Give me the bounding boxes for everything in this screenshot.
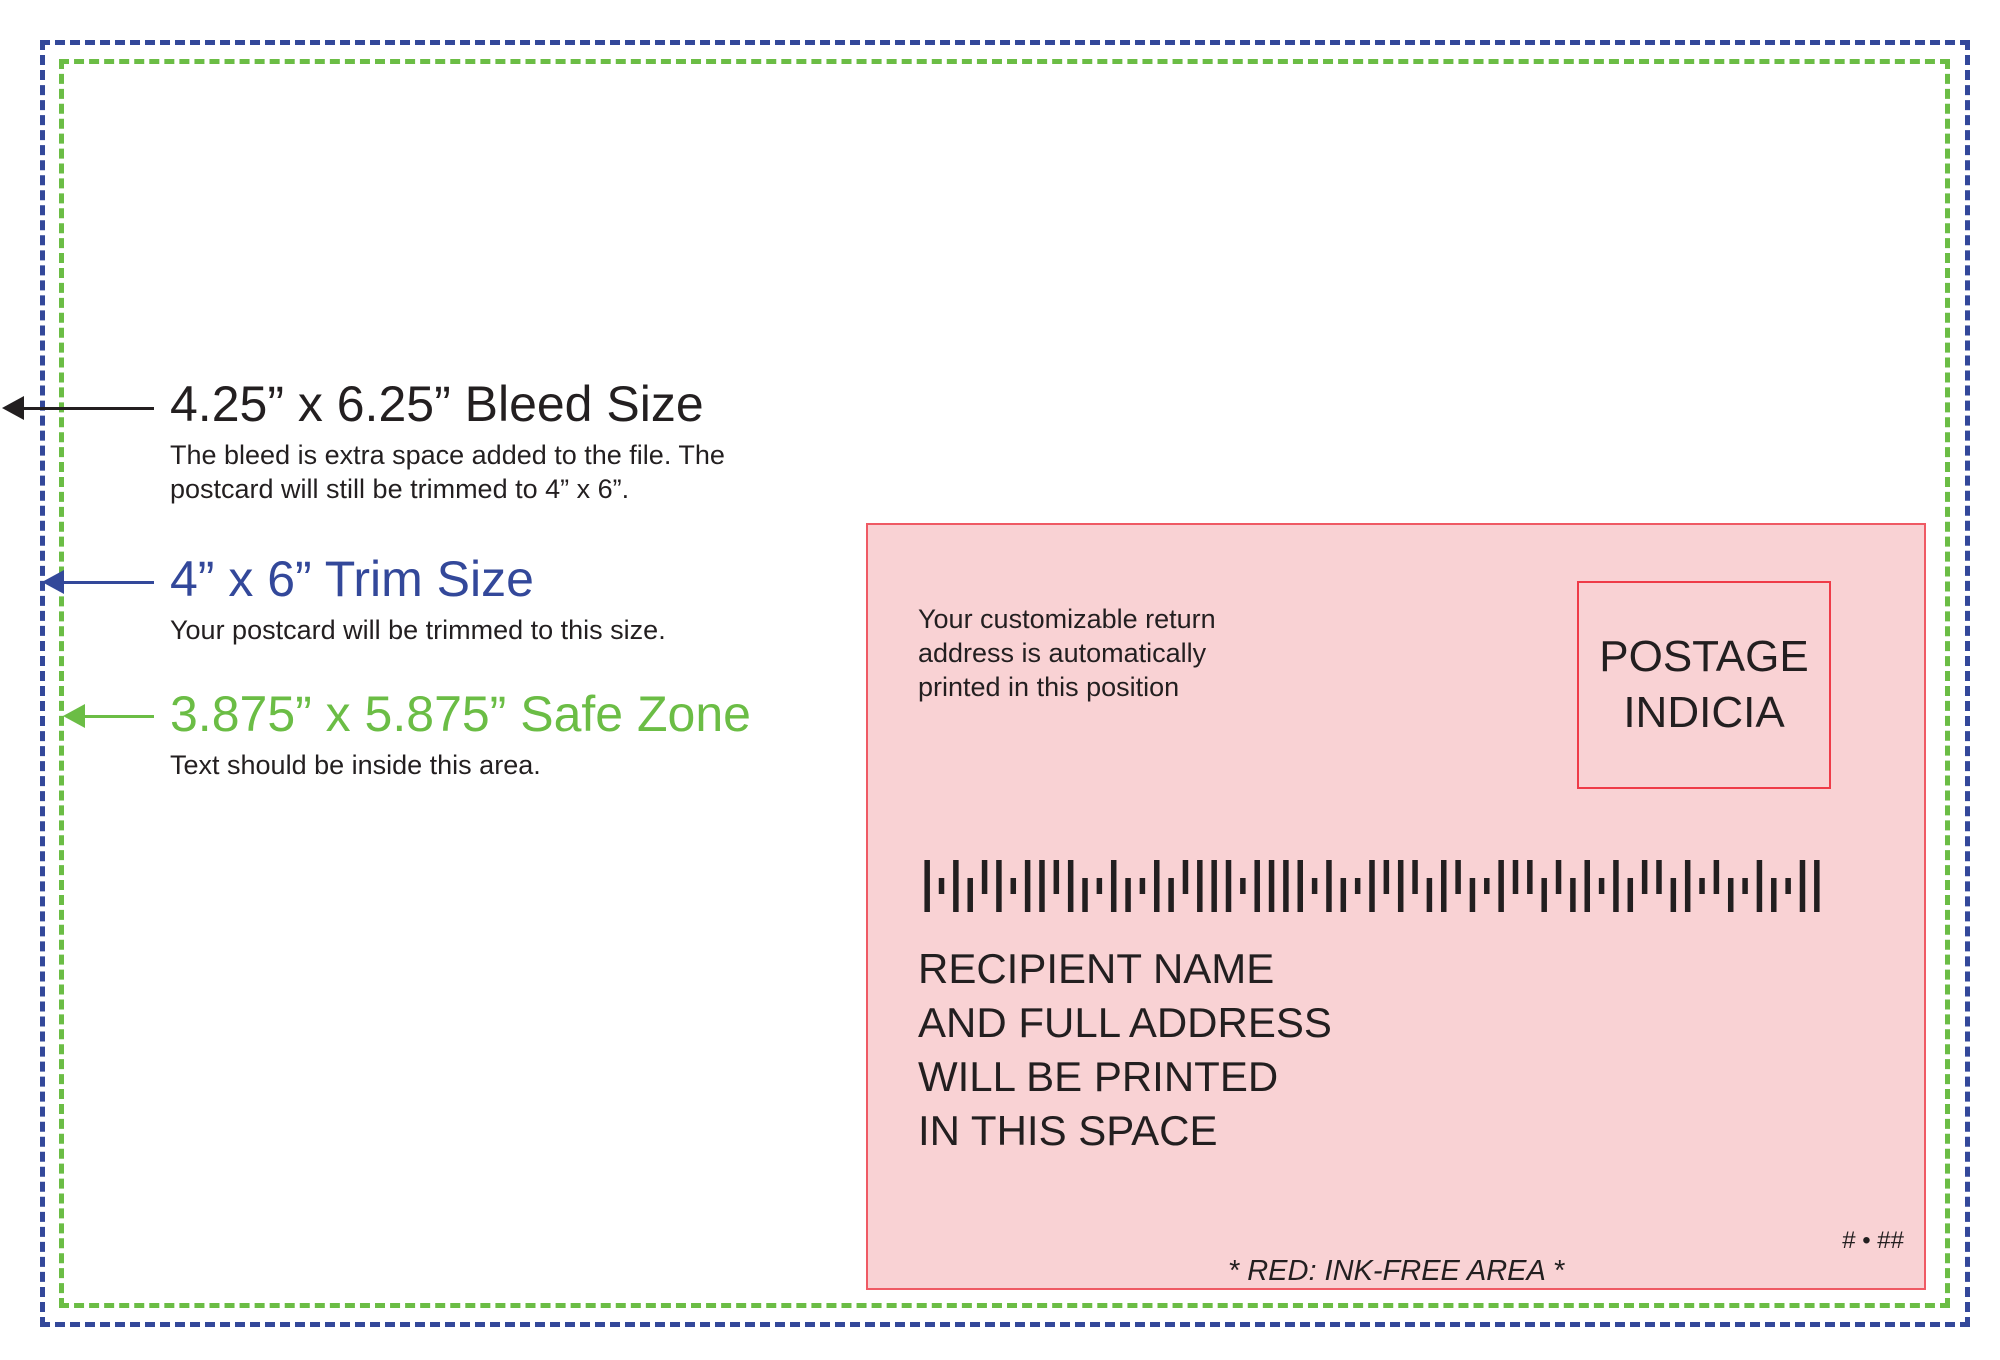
postal-barcode bbox=[924, 860, 1820, 912]
barcode-bar bbox=[1598, 878, 1605, 894]
barcode-bar bbox=[1455, 860, 1461, 894]
ink-free-note: * RED: INK-FREE AREA * bbox=[1227, 1255, 1565, 1287]
recipient-line: RECIPIENT NAME bbox=[918, 945, 1275, 992]
barcode-bar bbox=[1555, 860, 1562, 894]
barcode-bar bbox=[1684, 860, 1691, 912]
reference-code: # • ## bbox=[1842, 1227, 1904, 1254]
barcode-bar bbox=[1254, 860, 1260, 912]
bleed-size-title: 4.25” x 6.25” Bleed Size bbox=[170, 376, 704, 432]
barcode-bar bbox=[1211, 860, 1217, 912]
barcode-bar bbox=[1670, 878, 1677, 912]
indicia-line: INDICIA bbox=[1623, 688, 1785, 737]
recipient-line: WILL BE PRINTED bbox=[918, 1053, 1279, 1100]
barcode-bar bbox=[1426, 878, 1433, 912]
barcode-bar bbox=[1613, 860, 1619, 912]
barcode-bar bbox=[1584, 860, 1590, 912]
arrow-left-icon bbox=[2, 396, 24, 420]
barcode-bar bbox=[1699, 878, 1705, 894]
barcode-bar bbox=[1627, 878, 1634, 912]
recipient-line: IN THIS SPACE bbox=[918, 1107, 1218, 1154]
barcode-bar bbox=[924, 860, 930, 912]
barcode-bar bbox=[1412, 860, 1418, 894]
barcode-bar bbox=[1197, 860, 1203, 912]
barcode-bar bbox=[1067, 860, 1074, 912]
barcode-bar bbox=[1297, 860, 1303, 912]
barcode-bar bbox=[1039, 860, 1045, 912]
barcode-bar bbox=[1168, 878, 1174, 912]
return-address-note: Your customizable return address is auto… bbox=[918, 602, 1318, 704]
barcode-bar bbox=[1283, 860, 1289, 912]
ink-free-area: Your customizable return address is auto… bbox=[866, 523, 1926, 1290]
barcode-bar bbox=[1110, 860, 1117, 912]
safe-zone-title: 3.875” x 5.875” Safe Zone bbox=[170, 686, 751, 742]
barcode-bar bbox=[1469, 878, 1476, 912]
barcode-bar bbox=[1010, 878, 1017, 894]
barcode-bar bbox=[1727, 878, 1734, 912]
barcode-bar bbox=[1641, 860, 1648, 894]
barcode-bar bbox=[1268, 860, 1275, 912]
barcode-bar bbox=[1326, 860, 1332, 912]
barcode-bar bbox=[1182, 860, 1189, 894]
barcode-bar bbox=[1512, 860, 1519, 894]
barcode-bar bbox=[1311, 878, 1318, 894]
barcode-bar bbox=[1354, 878, 1361, 894]
barcode-bar bbox=[1771, 878, 1777, 912]
barcode-bar bbox=[1369, 860, 1375, 912]
barcode-bar bbox=[1785, 878, 1791, 894]
barcode-bar bbox=[1498, 860, 1504, 912]
barcode-bar bbox=[1656, 860, 1662, 894]
barcode-bar bbox=[1570, 878, 1576, 912]
barcode-bar bbox=[1082, 878, 1088, 912]
barcode-bar bbox=[1125, 878, 1131, 912]
barcode-bar bbox=[1154, 860, 1160, 912]
barcode-bar bbox=[1441, 860, 1447, 912]
barcode-bar bbox=[1383, 860, 1390, 894]
barcode-bar bbox=[1484, 878, 1490, 894]
barcode-bar bbox=[1713, 860, 1720, 894]
barcode-bar bbox=[1756, 860, 1763, 912]
barcode-bar bbox=[1225, 860, 1232, 912]
return-address-line: address is automatically bbox=[918, 638, 1207, 668]
arrow-left-icon bbox=[63, 704, 85, 728]
barcode-bar bbox=[1096, 878, 1103, 894]
barcode-bar bbox=[981, 860, 988, 894]
arrow-left-icon bbox=[42, 570, 64, 594]
postage-indicia-box: POSTAGE INDICIA bbox=[1577, 581, 1831, 789]
barcode-bar bbox=[938, 878, 945, 894]
trim-size-description: Your postcard will be trimmed to this si… bbox=[170, 615, 666, 645]
recipient-line: AND FULL ADDRESS bbox=[918, 999, 1332, 1046]
barcode-bar bbox=[1541, 878, 1547, 912]
barcode-bar bbox=[1799, 860, 1806, 912]
safe-zone-description: Text should be inside this area. bbox=[170, 750, 541, 780]
barcode-bar bbox=[1240, 878, 1246, 894]
barcode-bar bbox=[1814, 860, 1820, 912]
return-address-line: Your customizable return bbox=[918, 604, 1216, 634]
indicia-line: POSTAGE bbox=[1599, 632, 1809, 681]
return-address-line: printed in this position bbox=[918, 672, 1180, 702]
barcode-bar bbox=[967, 878, 973, 912]
recipient-address-block: RECIPIENT NAME AND FULL ADDRESS WILL BE … bbox=[918, 942, 1332, 1158]
barcode-bar bbox=[1742, 878, 1748, 894]
barcode-bar bbox=[953, 860, 959, 912]
trim-size-title: 4” x 6” Trim Size bbox=[170, 551, 534, 607]
bleed-size-description-2: postcard will still be trimmed to 4” x 6… bbox=[170, 474, 630, 504]
barcode-bar bbox=[1527, 860, 1533, 894]
bleed-size-description-1: The bleed is extra space added to the fi… bbox=[170, 440, 725, 470]
barcode-bar bbox=[1139, 878, 1146, 894]
barcode-bar bbox=[1340, 878, 1347, 912]
barcode-bar bbox=[1053, 860, 1060, 894]
barcode-bar bbox=[1397, 860, 1404, 912]
barcode-bar bbox=[996, 860, 1002, 912]
barcode-bar bbox=[1024, 860, 1031, 912]
